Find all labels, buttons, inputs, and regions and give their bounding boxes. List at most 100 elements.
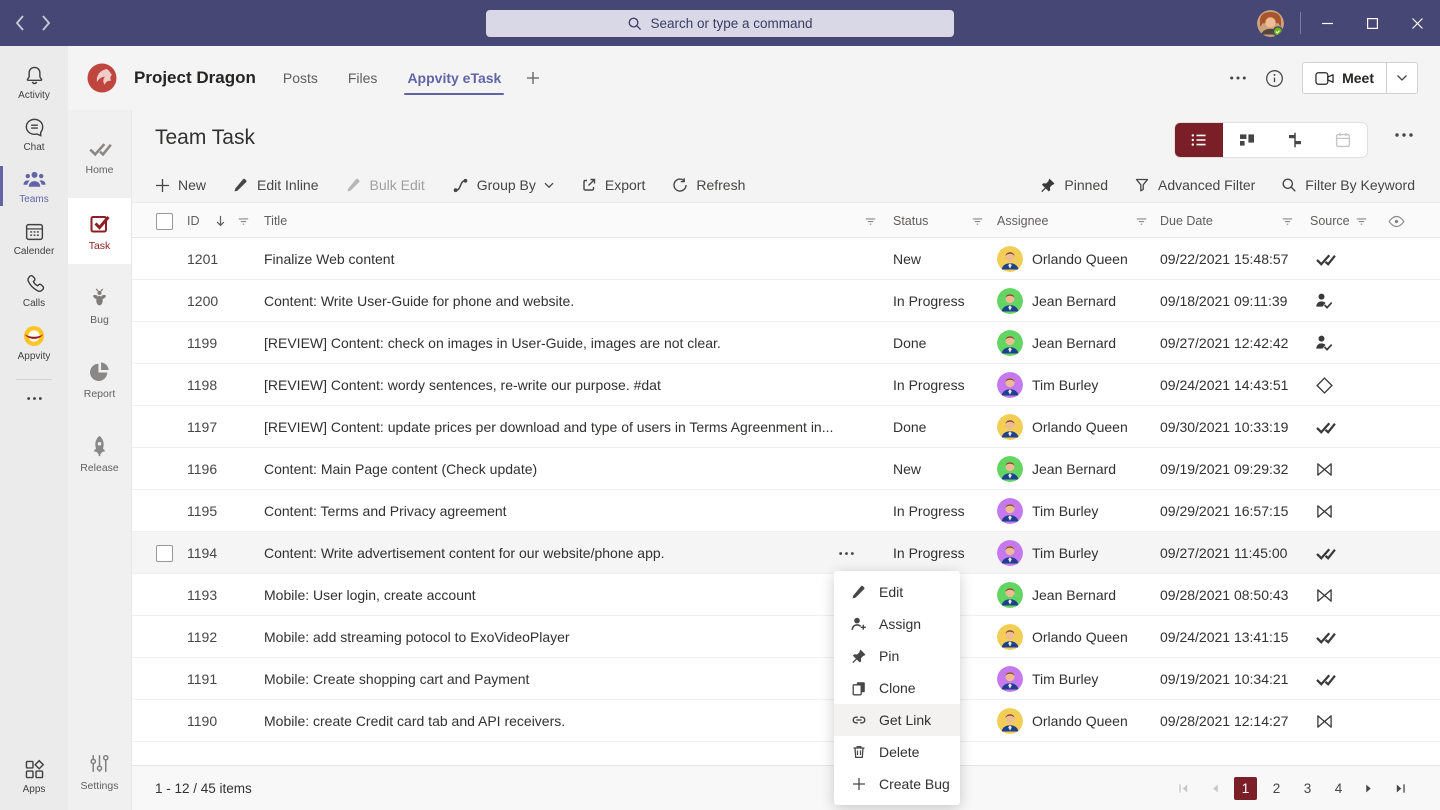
filter-by-keyword-button[interactable]: Filter By Keyword (1281, 177, 1415, 193)
table-row[interactable]: 1193 Mobile: User login, create account … (132, 574, 1440, 616)
table-row[interactable]: 1200 Content: Write User-Guide for phone… (132, 280, 1440, 322)
assignee-name: Tim Burley (1032, 545, 1099, 561)
page-button[interactable]: 3 (1296, 777, 1319, 800)
menu-item-edit[interactable]: Edit (834, 576, 960, 608)
meet-dropdown-chevron[interactable] (1387, 63, 1417, 93)
sort-descending-icon[interactable] (214, 203, 227, 239)
page-button[interactable]: 4 (1327, 777, 1350, 800)
gantt-view-button[interactable] (1271, 123, 1319, 157)
task-title[interactable]: Mobile: Create shopping cart and Payment (264, 658, 529, 700)
list-view-button[interactable] (1175, 123, 1223, 157)
page-button[interactable]: 2 (1265, 777, 1288, 800)
meet-button[interactable]: Meet (1303, 63, 1387, 93)
table-row[interactable]: 1196 Content: Main Page content (Check u… (132, 448, 1440, 490)
table-row[interactable]: 1201 Finalize Web content New Orlando Qu… (132, 238, 1440, 280)
table-row[interactable]: 1197 [REVIEW] Content: update prices per… (132, 406, 1440, 448)
task-title[interactable]: Content: Write advertisement content for… (264, 532, 665, 574)
last-page-icon[interactable] (1389, 777, 1412, 800)
column-header-status[interactable]: Status (893, 203, 928, 239)
view-more-icon[interactable] (1394, 132, 1414, 138)
bulk-edit-button[interactable]: Bulk Edit (346, 177, 425, 193)
sidebar-item-activity[interactable]: Activity (0, 56, 68, 108)
module-report[interactable]: Report (68, 346, 131, 412)
table-row[interactable]: 1190 Mobile: create Credit card tab and … (132, 700, 1440, 742)
first-page-icon[interactable] (1172, 777, 1195, 800)
menu-item-assign[interactable]: Assign (834, 608, 960, 640)
column-header-id[interactable]: ID (187, 203, 200, 239)
task-title[interactable]: [REVIEW] Content: check on images in Use… (264, 322, 721, 364)
next-page-icon[interactable] (1358, 777, 1381, 800)
task-title[interactable]: [REVIEW] Content: wordy sentences, re-wr… (264, 364, 661, 406)
column-header-assignee[interactable]: Assignee (997, 203, 1048, 239)
filter-icon-due-date[interactable] (1280, 203, 1295, 239)
board-view-button[interactable] (1223, 123, 1271, 157)
maximize-button[interactable] (1350, 0, 1395, 46)
filter-icon-status[interactable] (970, 203, 985, 239)
sidebar-item-appvity[interactable]: Appvity (0, 316, 68, 369)
sidebar-item-calendar[interactable]: Calender (0, 212, 68, 264)
task-title[interactable]: Mobile: create Credit card tab and API r… (264, 700, 565, 742)
add-tab-icon[interactable] (526, 71, 540, 85)
task-title[interactable]: Content: Terms and Privacy agreement (264, 490, 507, 532)
module-settings[interactable]: Settings (68, 738, 131, 804)
close-button[interactable] (1395, 0, 1440, 46)
nav-forward-icon[interactable] (40, 13, 52, 33)
table-row[interactable]: 1192 Mobile: add streaming potocol to Ex… (132, 616, 1440, 658)
channel-more-icon[interactable] (1229, 75, 1247, 81)
row-checkbox[interactable] (156, 532, 173, 574)
calendar-view-button[interactable] (1319, 123, 1367, 157)
prev-page-icon[interactable] (1203, 777, 1226, 800)
menu-item-clone[interactable]: Clone (834, 672, 960, 704)
export-button[interactable]: Export (581, 177, 645, 193)
sidebar-item-apps[interactable]: Apps (0, 750, 68, 802)
group-by-button[interactable]: Group By (452, 177, 554, 194)
row-more-icon[interactable] (838, 532, 855, 574)
filter-icon-id[interactable] (236, 203, 251, 239)
menu-item-delete[interactable]: Delete (834, 736, 960, 768)
minimize-button[interactable] (1305, 0, 1350, 46)
advanced-filter-button[interactable]: Advanced Filter (1134, 177, 1255, 193)
user-avatar[interactable] (1257, 9, 1284, 37)
tab-files[interactable]: Files (347, 49, 379, 107)
column-header-source[interactable]: Source (1310, 203, 1350, 239)
menu-item-create-bug[interactable]: Create Bug (834, 768, 960, 800)
new-button[interactable]: New (155, 177, 206, 193)
column-header-due-date[interactable]: Due Date (1160, 203, 1213, 239)
task-title[interactable]: Mobile: add streaming potocol to ExoVide… (264, 616, 570, 658)
column-visibility-eye-icon[interactable] (1388, 203, 1405, 239)
sidebar-item-calls[interactable]: Calls (0, 264, 68, 316)
filter-icon-assignee[interactable] (1134, 203, 1149, 239)
table-row[interactable]: 1194 Content: Write advertisement conten… (132, 532, 1440, 574)
page-button[interactable]: 1 (1234, 776, 1257, 800)
task-title[interactable]: Content: Main Page content (Check update… (264, 448, 537, 490)
menu-item-get-link[interactable]: Get Link (834, 704, 960, 736)
channel-info-icon[interactable] (1265, 69, 1284, 88)
menu-item-pin[interactable]: Pin (834, 640, 960, 672)
select-all-checkbox[interactable] (156, 203, 173, 239)
tab-posts[interactable]: Posts (282, 49, 319, 107)
filter-icon-source[interactable] (1354, 203, 1369, 239)
table-row[interactable]: 1198 [REVIEW] Content: wordy sentences, … (132, 364, 1440, 406)
module-release[interactable]: Release (68, 420, 131, 486)
pinned-button[interactable]: Pinned (1040, 177, 1108, 193)
module-task[interactable]: Task (68, 198, 131, 264)
sidebar-item-teams[interactable]: Teams (0, 160, 68, 212)
task-title[interactable]: Content: Write User-Guide for phone and … (264, 280, 574, 322)
sidebar-item-chat[interactable]: Chat (0, 108, 68, 160)
task-title[interactable]: [REVIEW] Content: update prices per down… (264, 406, 833, 448)
table-row[interactable]: 1191 Mobile: Create shopping cart and Pa… (132, 658, 1440, 700)
table-row[interactable]: 1199 [REVIEW] Content: check on images i… (132, 322, 1440, 364)
column-header-title[interactable]: Title (264, 203, 287, 239)
nav-back-icon[interactable] (14, 13, 26, 33)
search-command-box[interactable]: Search or type a command (486, 10, 954, 37)
task-title[interactable]: Mobile: User login, create account (264, 574, 476, 616)
edit-inline-button[interactable]: Edit Inline (233, 177, 319, 193)
refresh-button[interactable]: Refresh (672, 177, 745, 193)
filter-icon-title[interactable] (863, 203, 878, 239)
module-bug[interactable]: Bug (68, 272, 131, 338)
task-title[interactable]: Finalize Web content (264, 238, 394, 280)
module-home[interactable]: Home (68, 124, 131, 190)
rail-more-icon[interactable] (26, 386, 43, 411)
tab-appvity-etask[interactable]: Appvity eTask (404, 49, 505, 107)
table-row[interactable]: 1195 Content: Terms and Privacy agreemen… (132, 490, 1440, 532)
